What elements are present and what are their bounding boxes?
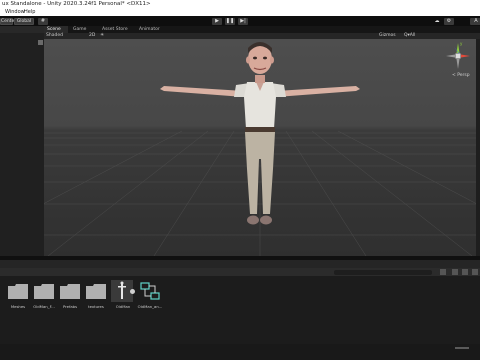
- pivot-global-button[interactable]: Global: [14, 17, 34, 25]
- tab-scene-label: Scene: [47, 27, 61, 32]
- filter-type-icon[interactable]: [452, 269, 458, 275]
- folder-icon: [34, 284, 54, 299]
- menu-bar: Window Help: [0, 9, 480, 16]
- tab-game[interactable]: Game: [70, 26, 92, 33]
- unity-editor-window: ux Standalone - Unity 2020.3.24f1 Person…: [0, 0, 480, 360]
- collab-cloud-icon[interactable]: ☁: [432, 18, 442, 25]
- services-icon[interactable]: ⚙: [444, 17, 454, 25]
- scene-tab-bar: Scene Game Asset Store Animator: [44, 26, 480, 33]
- asset-label: OldMan_an...: [137, 304, 163, 309]
- expand-arrow-icon[interactable]: [130, 289, 135, 294]
- account-button[interactable]: A: [470, 17, 480, 25]
- orientation-gizmo[interactable]: y: [446, 41, 470, 69]
- tab-asset-store[interactable]: Asset Store: [99, 26, 135, 33]
- filter-label-icon[interactable]: [462, 269, 468, 275]
- menu-item-window[interactable]: Window: [5, 9, 25, 16]
- project-tab-bar: [0, 260, 480, 268]
- pause-button-icon[interactable]: ❚❚: [225, 17, 235, 25]
- hierarchy-panel: [0, 33, 44, 256]
- zoom-slider[interactable]: [455, 347, 469, 349]
- project-status-bar: [0, 344, 480, 360]
- svg-text:y: y: [460, 41, 463, 46]
- tab-asset-store-label: Asset Store: [102, 27, 128, 32]
- tab-animator[interactable]: Animator: [136, 26, 166, 33]
- window-title: ux Standalone - Unity 2020.3.24f1 Person…: [0, 0, 480, 9]
- projection-label[interactable]: < Persp: [452, 72, 470, 78]
- project-search-input[interactable]: [334, 269, 432, 275]
- viewport-scrollbar[interactable]: [476, 39, 480, 256]
- main-toolbar: Center Global # ▶ ❚❚ ▶| ☁ ⚙ A: [0, 16, 480, 26]
- menu-item-help[interactable]: Help: [24, 9, 35, 16]
- animator-controller-icon: [140, 282, 160, 300]
- folder-icon: [60, 284, 80, 299]
- hierarchy-tab[interactable]: [0, 26, 44, 33]
- tab-animator-label: Animator: [139, 27, 160, 32]
- grid-snap-icon[interactable]: #: [38, 17, 48, 25]
- step-button-icon[interactable]: ▶|: [238, 17, 248, 25]
- folder-icon: [8, 284, 28, 299]
- hierarchy-scroll-handle[interactable]: [38, 40, 43, 45]
- create-icon[interactable]: [440, 269, 446, 275]
- play-button-icon[interactable]: ▶: [212, 17, 222, 25]
- pivot-center-button[interactable]: Center: [0, 17, 16, 25]
- scene-viewport[interactable]: y < Persp: [44, 39, 476, 256]
- tab-scene[interactable]: Scene: [44, 26, 68, 33]
- tab-game-label: Game: [73, 27, 87, 32]
- folder-icon: [86, 284, 106, 299]
- favorite-star-icon[interactable]: [472, 269, 478, 275]
- scene-render: y < Persp: [44, 41, 476, 256]
